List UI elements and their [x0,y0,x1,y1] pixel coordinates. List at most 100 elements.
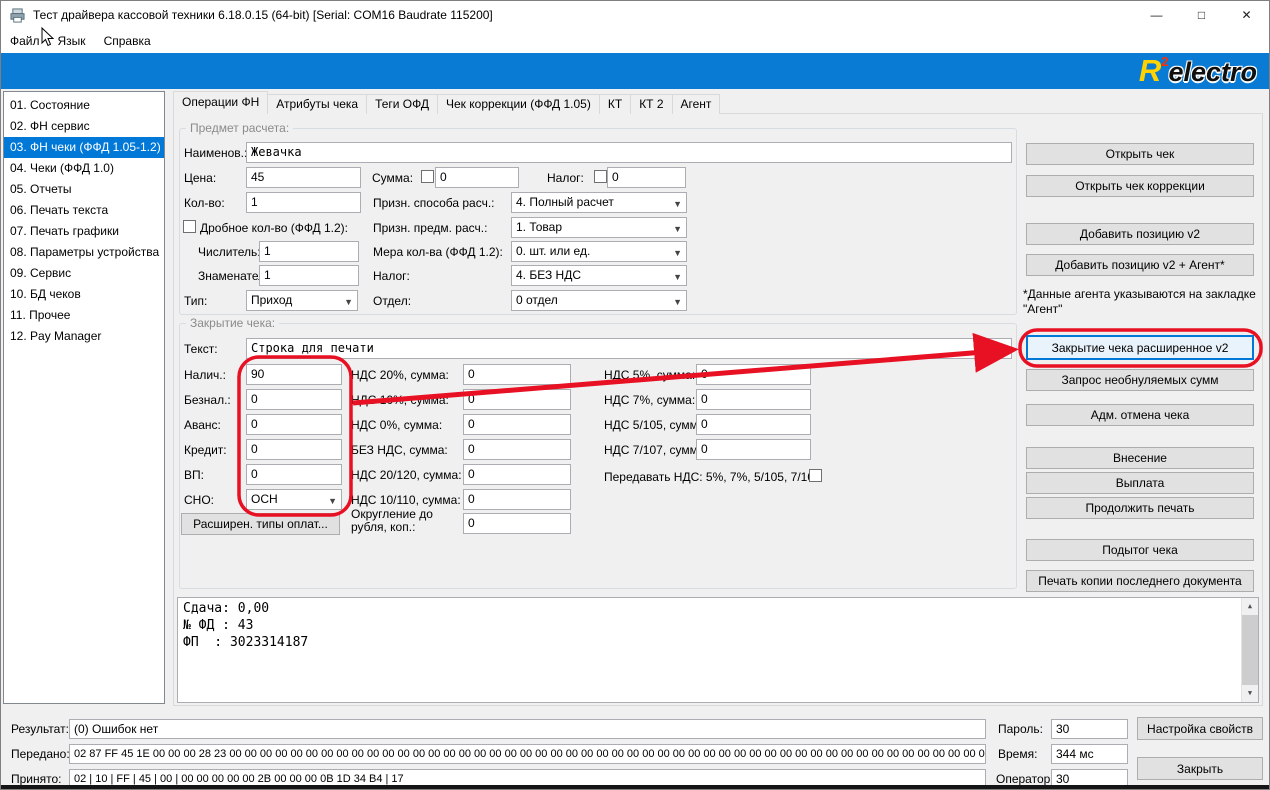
output-line-change: Сдача: 0,00 [183,600,1253,617]
tax-checkbox[interactable] [594,170,607,183]
vat10-110-field[interactable]: 0 [463,489,571,510]
sum-field[interactable]: 0 [435,167,519,188]
cash-field[interactable]: 90 [246,364,342,385]
request-sums-button[interactable]: Запрос необнуляемых сумм [1026,369,1254,391]
chevron-down-icon: ▼ [673,295,682,310]
vp-label: ВП: [184,468,204,482]
vat10-field[interactable]: 0 [463,389,571,410]
sno-value: ОСН [251,492,278,506]
admin-cancel-button[interactable]: Адм. отмена чека [1026,404,1254,426]
sidebar-item-service[interactable]: 09. Сервис [4,263,164,284]
scroll-up-icon[interactable]: ▲ [1242,598,1258,615]
result-field[interactable]: (0) Ошибок нет [69,719,986,739]
cashless-field[interactable]: 0 [246,389,342,410]
tax-select[interactable]: 4. БЕЗ НДС▼ [511,265,687,286]
output-scrollbar[interactable]: ▲ ▼ [1241,598,1258,702]
tab-kt2[interactable]: КТ 2 [630,94,672,114]
tab-correction-check[interactable]: Чек коррекции (ФФД 1.05) [437,94,600,114]
sidebar-item-device-params[interactable]: 08. Параметры устройства [4,242,164,263]
add-position-v2-button[interactable]: Добавить позицию v2 [1026,223,1254,245]
dept-select[interactable]: 0 отдел▼ [511,290,687,311]
measure-select[interactable]: 0. шт. или ед.▼ [511,241,687,262]
agent-note: *Данные агента указываются на закладке "… [1023,287,1261,317]
vat7-field[interactable]: 0 [696,389,811,410]
close-check-extended-v2-button[interactable]: Закрытие чека расширенное v2 [1026,335,1254,360]
tab-ofd-tags[interactable]: Теги ОФД [366,94,438,114]
vp-field[interactable]: 0 [246,464,342,485]
brand-banner: R2electro [1,53,1269,89]
sidebar-item-other[interactable]: 11. Прочее [4,305,164,326]
tab-kt[interactable]: КТ [599,94,631,114]
tax-amount-field[interactable]: 0 [607,167,686,188]
password-field[interactable]: 30 [1051,719,1128,739]
output-line-fd: № ФД : 43 [183,617,1253,634]
tax-amount-label: Налог: [547,171,584,185]
sent-field[interactable]: 02 87 FF 45 1E 00 00 00 28 23 00 00 00 0… [69,744,986,764]
vat5-105-field[interactable]: 0 [696,414,811,435]
name-label: Наименов.: [184,146,247,160]
credit-field[interactable]: 0 [246,439,342,460]
time-field[interactable]: 344 мс [1051,744,1128,764]
scroll-thumb[interactable] [1242,615,1258,685]
deposit-button[interactable]: Внесение [1026,447,1254,469]
qty-field[interactable]: 1 [246,192,361,213]
close-button[interactable]: ✕ [1224,1,1269,29]
vat20-120-field[interactable]: 0 [463,464,571,485]
pay-method-select[interactable]: 4. Полный расчет▼ [511,192,687,213]
print-copy-button[interactable]: Печать копии последнего документа [1026,570,1254,592]
minimize-button[interactable]: — [1134,1,1179,29]
operator-label: Оператор: [996,772,1054,786]
numerator-field[interactable]: 1 [259,241,359,262]
open-correction-button[interactable]: Открыть чек коррекции [1026,175,1254,197]
chevron-down-icon: ▼ [344,295,353,310]
name-field[interactable]: Жевачка [246,142,1012,163]
scroll-down-icon[interactable]: ▼ [1242,685,1258,702]
item-sign-select[interactable]: 1. Товар▼ [511,217,687,238]
open-check-button[interactable]: Открыть чек [1026,143,1254,165]
extended-payments-button[interactable]: Расширен. типы оплат... [181,513,340,535]
menu-bar: Файл Язык Справка [1,29,1269,53]
vat20-field[interactable]: 0 [463,364,571,385]
vat5-field[interactable]: 0 [696,364,811,385]
close-icon: ✕ [1241,8,1251,22]
sent-label: Передано: [11,747,70,761]
closing-legend: Закрытие чека: [186,316,279,330]
sidebar-item-checks[interactable]: 04. Чеки (ФФД 1.0) [4,158,164,179]
tab-agent[interactable]: Агент [672,94,721,114]
close-app-button[interactable]: Закрыть [1137,757,1263,780]
menu-help[interactable]: Справка [95,29,160,53]
vat7-107-field[interactable]: 0 [696,439,811,460]
sidebar-item-status[interactable]: 01. Состояние [4,95,164,116]
continue-print-button[interactable]: Продолжить печать [1026,497,1254,519]
sidebar-item-fn-service[interactable]: 02. ФН сервис [4,116,164,137]
settings-button[interactable]: Настройка свойств [1137,717,1263,740]
payout-button[interactable]: Выплата [1026,472,1254,494]
fractional-qty-checkbox[interactable] [183,220,196,233]
rounding-field[interactable]: 0 [463,513,571,534]
menu-language[interactable]: Язык [49,29,95,53]
transfer-vat-checkbox[interactable] [809,469,822,482]
chevron-down-icon: ▼ [673,246,682,261]
type-select[interactable]: Приход▼ [246,290,358,311]
vat0-field[interactable]: 0 [463,414,571,435]
maximize-button[interactable]: □ [1179,1,1224,29]
tab-check-attributes[interactable]: Атрибуты чека [267,94,367,114]
sidebar-item-db-checks[interactable]: 10. БД чеков [4,284,164,305]
sidebar-item-reports[interactable]: 05. Отчеты [4,179,164,200]
tab-fn-operations[interactable]: Операции ФН [173,91,268,114]
sidebar-item-pay-manager[interactable]: 12. Pay Manager [4,326,164,347]
sidebar-item-fn-checks[interactable]: 03. ФН чеки (ФФД 1.05-1.2) [4,137,164,158]
vat-none-field[interactable]: 0 [463,439,571,460]
brand-logo: R2electro [1139,53,1257,89]
sum-checkbox[interactable] [421,170,434,183]
output-log[interactable]: Сдача: 0,00 № ФД : 43 ФП : 3023314187 ▲ … [177,597,1259,703]
advance-field[interactable]: 0 [246,414,342,435]
sno-select[interactable]: ОСН▼ [246,489,342,510]
denominator-field[interactable]: 1 [259,265,359,286]
sidebar-item-print-graphics[interactable]: 07. Печать графики [4,221,164,242]
subtotal-button[interactable]: Подытог чека [1026,539,1254,561]
price-field[interactable]: 45 [246,167,361,188]
sidebar-item-print-text[interactable]: 06. Печать текста [4,200,164,221]
text-field[interactable]: Строка для печати [246,338,1012,359]
add-position-v2-agent-button[interactable]: Добавить позицию v2 + Агент* [1026,254,1254,276]
